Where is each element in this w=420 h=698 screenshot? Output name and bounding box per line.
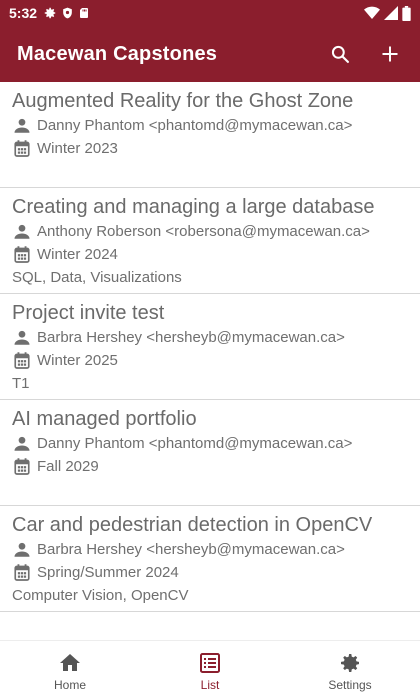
project-title: Project invite test bbox=[12, 302, 165, 324]
status-time: 5:32 bbox=[9, 5, 38, 21]
settings-icon bbox=[338, 651, 362, 675]
project-tags bbox=[12, 160, 408, 182]
status-bar: 5:32 bbox=[0, 0, 420, 26]
project-owner: Danny Phantom <phantomd@mymacewan.ca> bbox=[37, 435, 353, 452]
project-owner: Barbra Hershey <hersheyb@mymacewan.ca> bbox=[37, 329, 345, 346]
app-bar: Macewan Capstones bbox=[0, 26, 420, 82]
project-term: Winter 2025 bbox=[37, 352, 118, 369]
project-card[interactable]: AI managed portfolio Danny Phantom <phan… bbox=[0, 400, 420, 506]
nav-home[interactable]: Home bbox=[0, 641, 140, 698]
calendar-icon bbox=[12, 351, 32, 371]
project-title: Creating and managing a large database bbox=[12, 196, 375, 218]
nav-list-label: List bbox=[200, 678, 220, 692]
project-term: Fall 2029 bbox=[37, 458, 99, 475]
project-list: Augmented Reality for the Ghost Zone Dan… bbox=[0, 82, 420, 640]
project-owner: Danny Phantom <phantomd@mymacewan.ca> bbox=[37, 117, 353, 134]
home-icon bbox=[58, 651, 82, 675]
project-term: Winter 2023 bbox=[37, 140, 118, 157]
project-card[interactable]: Project invite test Barbra Hershey <hers… bbox=[0, 294, 420, 400]
project-card[interactable]: Car and pedestrian detection in OpenCV B… bbox=[0, 506, 420, 612]
project-term: Spring/Summer 2024 bbox=[37, 564, 179, 581]
sd-card-icon bbox=[78, 6, 90, 20]
calendar-icon bbox=[12, 139, 32, 159]
project-tags: Computer Vision, OpenCV bbox=[12, 587, 189, 604]
search-icon[interactable] bbox=[328, 42, 352, 66]
nav-settings[interactable]: Settings bbox=[280, 641, 420, 698]
project-title: Car and pedestrian detection in OpenCV bbox=[12, 514, 373, 536]
project-title: Augmented Reality for the Ghost Zone bbox=[12, 90, 354, 112]
calendar-icon bbox=[12, 457, 32, 477]
person-icon bbox=[12, 116, 32, 136]
person-icon bbox=[12, 222, 32, 242]
battery-icon bbox=[402, 5, 411, 21]
project-card[interactable]: Creating and managing a large database A… bbox=[0, 188, 420, 294]
add-icon[interactable] bbox=[378, 42, 402, 66]
person-icon bbox=[12, 540, 32, 560]
person-icon bbox=[12, 434, 32, 454]
project-tags: T1 bbox=[12, 375, 30, 392]
project-title: AI managed portfolio bbox=[12, 408, 197, 430]
bottom-nav: Home List Settings bbox=[0, 640, 420, 698]
gear-icon bbox=[43, 6, 57, 20]
page-title: Macewan Capstones bbox=[17, 42, 218, 65]
project-owner: Anthony Roberson <robersona@mymacewan.ca… bbox=[37, 223, 370, 240]
calendar-icon bbox=[12, 563, 32, 583]
nav-home-label: Home bbox=[53, 678, 86, 692]
project-tags: SQL, Data, Visualizations bbox=[12, 269, 182, 286]
project-owner: Barbra Hershey <hersheyb@mymacewan.ca> bbox=[37, 541, 345, 558]
nav-settings-label: Settings bbox=[328, 678, 372, 692]
person-icon bbox=[12, 328, 32, 348]
wifi-icon bbox=[364, 6, 380, 20]
nav-list[interactable]: List bbox=[140, 641, 280, 698]
project-card[interactable]: Augmented Reality for the Ghost Zone Dan… bbox=[0, 82, 420, 188]
project-term: Winter 2024 bbox=[37, 246, 118, 263]
project-tags bbox=[12, 478, 408, 500]
shield-icon bbox=[61, 6, 74, 20]
calendar-icon bbox=[12, 245, 32, 265]
signal-icon bbox=[384, 6, 398, 20]
list-icon bbox=[198, 651, 222, 675]
